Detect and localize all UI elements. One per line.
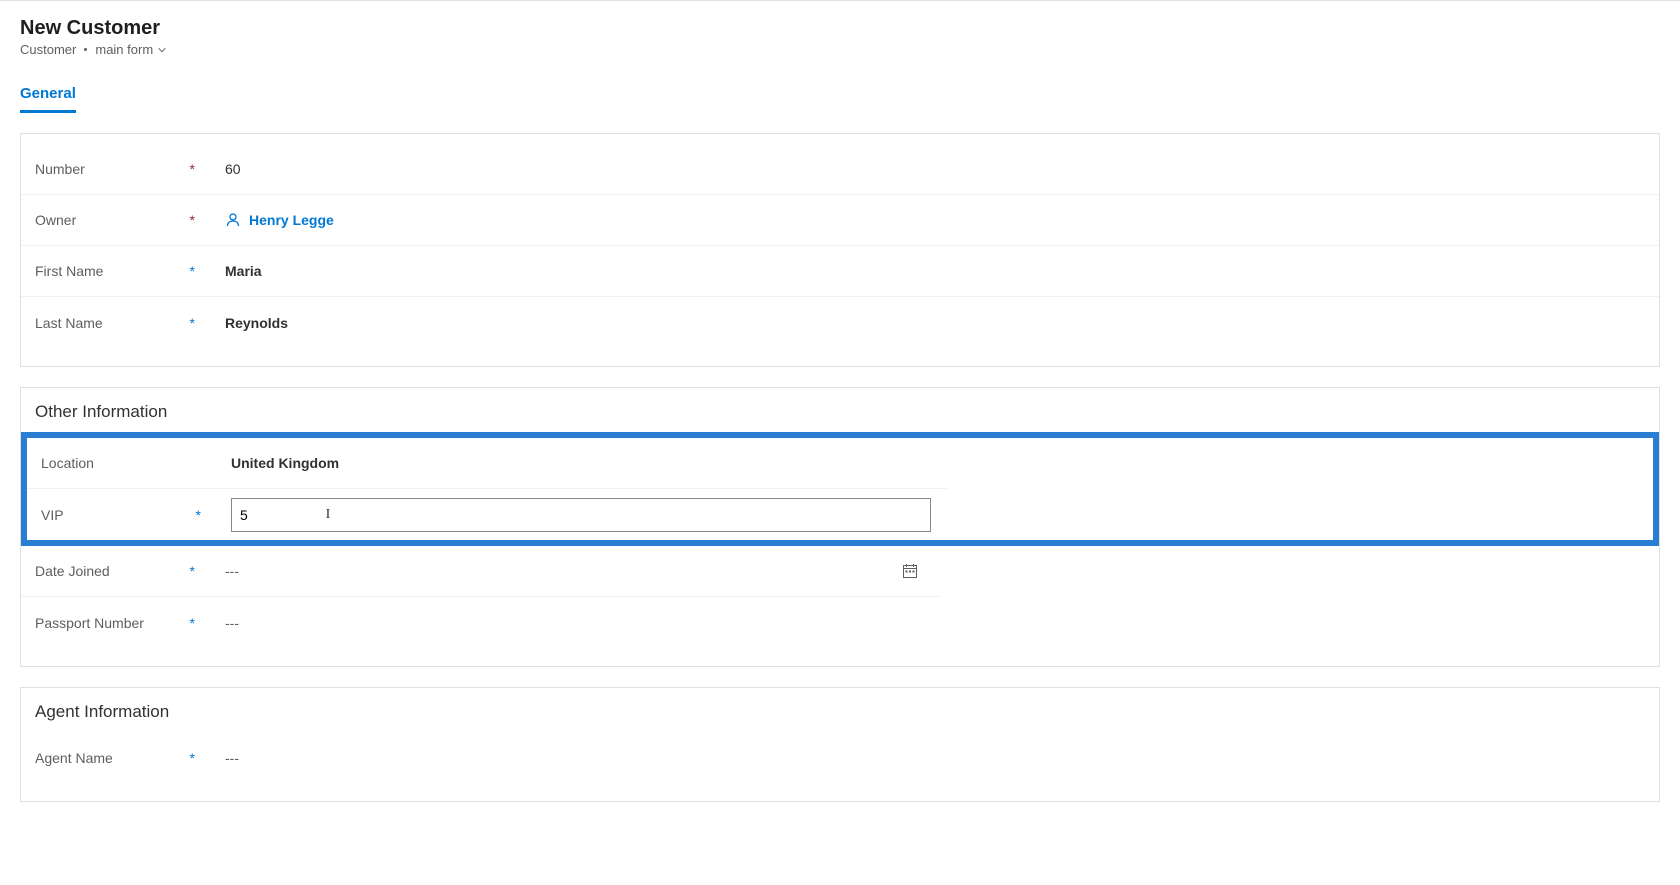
tabs-row: General: [0, 77, 1680, 113]
person-icon: [225, 212, 241, 228]
recommended-asterisk-icon: *: [196, 507, 201, 523]
location-label: Location: [41, 455, 94, 471]
section-general: Number * 60 Owner * Henry Legge First Na…: [20, 133, 1660, 367]
recommended-asterisk-icon: *: [190, 263, 195, 279]
vip-input[interactable]: [231, 498, 931, 532]
highlight-box: Location United Kingdom VIP * I: [21, 432, 1659, 546]
field-row-first-name: First Name * Maria: [21, 246, 1659, 297]
field-row-number: Number * 60: [21, 144, 1659, 195]
date-joined-value-cell[interactable]: ---: [205, 563, 925, 579]
entity-name: Customer: [20, 42, 76, 57]
passport-number-placeholder: ---: [225, 615, 239, 631]
field-label-col: Owner *: [35, 212, 205, 228]
breadcrumb: Customer main form: [20, 42, 1660, 57]
field-row-agent-name: Agent Name * ---: [21, 732, 941, 783]
agent-name-placeholder: ---: [225, 750, 239, 766]
passport-number-label: Passport Number: [35, 615, 144, 631]
owner-lookup-pill[interactable]: Henry Legge: [225, 212, 334, 228]
first-name-value: Maria: [225, 263, 262, 279]
recommended-asterisk-icon: *: [190, 615, 195, 631]
recommended-asterisk-icon: *: [190, 315, 195, 331]
owner-name: Henry Legge: [249, 212, 334, 228]
section-agent-information: Agent Information Agent Name * ---: [20, 687, 1660, 802]
number-value: 60: [225, 161, 241, 177]
last-name-label: Last Name: [35, 315, 103, 331]
date-joined-label: Date Joined: [35, 563, 110, 579]
field-label-col: Agent Name *: [35, 750, 205, 766]
calendar-icon: [902, 563, 918, 579]
field-row-last-name: Last Name * Reynolds: [21, 297, 1659, 348]
field-label-col: Date Joined *: [35, 563, 205, 579]
form-selector[interactable]: main form: [95, 42, 167, 57]
recommended-asterisk-icon: *: [190, 750, 195, 766]
location-value: United Kingdom: [231, 455, 339, 471]
agent-name-label: Agent Name: [35, 750, 113, 766]
field-label-col: Passport Number *: [35, 615, 205, 631]
page-title: New Customer: [20, 17, 1660, 40]
tab-general[interactable]: General: [20, 77, 76, 113]
required-asterisk-icon: *: [190, 212, 195, 228]
field-label-col: Location: [41, 455, 211, 471]
number-label: Number: [35, 161, 85, 177]
location-value-cell[interactable]: United Kingdom: [211, 455, 931, 471]
page-header: New Customer Customer main form: [0, 1, 1680, 65]
chevron-down-icon: [157, 45, 167, 55]
field-row-location: Location United Kingdom: [27, 438, 947, 489]
required-asterisk-icon: *: [190, 161, 195, 177]
field-row-owner: Owner * Henry Legge: [21, 195, 1659, 246]
first-name-value-cell[interactable]: Maria: [205, 263, 945, 279]
section-title-agent-information: Agent Information: [21, 698, 1659, 732]
recommended-asterisk-icon: *: [190, 563, 195, 579]
vip-label: VIP: [41, 507, 64, 523]
calendar-button[interactable]: [895, 563, 925, 579]
agent-name-value-cell[interactable]: ---: [205, 750, 925, 766]
field-row-date-joined: Date Joined * ---: [21, 546, 941, 597]
owner-label: Owner: [35, 212, 76, 228]
last-name-value-cell[interactable]: Reynolds: [205, 315, 945, 331]
last-name-value: Reynolds: [225, 315, 288, 331]
field-label-col: VIP *: [41, 507, 211, 523]
number-value-cell[interactable]: 60: [205, 161, 945, 177]
section-title-other-information: Other Information: [21, 398, 1659, 432]
section-other-information: Other Information Location United Kingdo…: [20, 387, 1660, 667]
separator-dot-icon: [84, 48, 87, 51]
field-row-vip: VIP * I: [27, 489, 947, 540]
vip-value-cell[interactable]: I: [211, 498, 931, 532]
passport-number-value-cell[interactable]: ---: [205, 615, 925, 631]
field-label-col: Number *: [35, 161, 205, 177]
field-label-col: First Name *: [35, 263, 205, 279]
first-name-label: First Name: [35, 263, 103, 279]
form-name: main form: [95, 42, 153, 57]
owner-value-cell[interactable]: Henry Legge: [205, 212, 945, 228]
field-row-passport-number: Passport Number * ---: [21, 597, 941, 648]
field-label-col: Last Name *: [35, 315, 205, 331]
date-joined-placeholder: ---: [225, 563, 895, 579]
